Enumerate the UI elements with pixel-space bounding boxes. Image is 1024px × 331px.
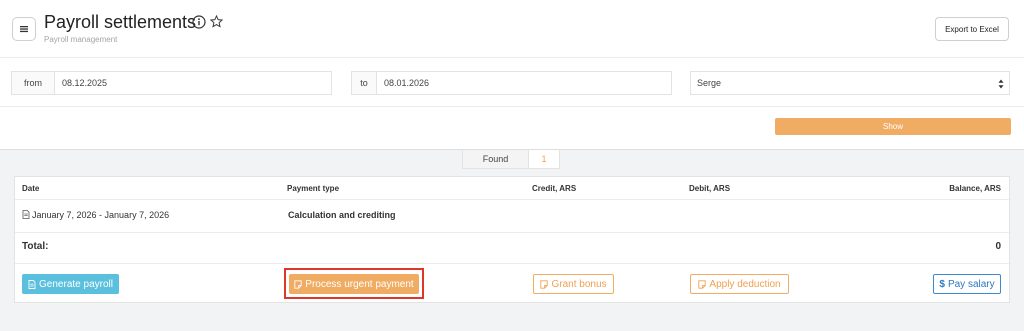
page-subtitle: Payroll management — [44, 35, 118, 44]
column-header-date: Date — [22, 184, 40, 193]
total-label: Total: — [22, 241, 49, 252]
table-row-date: January 7, 2026 - January 7, 2026 — [22, 210, 169, 220]
column-header-debit: Debit, ARS — [689, 184, 731, 193]
dollar-icon: $ — [939, 278, 945, 290]
from-label: from — [11, 71, 54, 95]
found-counter: Found 1 — [462, 150, 560, 169]
column-header-balance: Balance, ARS — [949, 184, 1001, 193]
row-divider — [15, 263, 1011, 264]
apply-deduction-label: Apply deduction — [709, 278, 781, 290]
document-icon — [28, 279, 36, 289]
settlements-table: Date Payment type Credit, ARS Debit, ARS… — [14, 176, 1011, 303]
select-arrows-icon — [998, 79, 1004, 89]
note-icon — [294, 279, 302, 289]
note-icon — [540, 279, 549, 289]
page-header: Payroll settlements Payroll management E… — [0, 0, 1024, 150]
column-header-payment-type: Payment type — [287, 184, 340, 193]
apply-deduction-button[interactable]: Apply deduction — [690, 274, 789, 294]
divider — [0, 57, 1024, 58]
generate-payroll-label: Generate payroll — [39, 278, 113, 290]
column-header-credit: Credit, ARS — [532, 184, 577, 193]
process-urgent-payment-button[interactable]: Process urgent payment — [289, 274, 419, 294]
employee-select[interactable]: Serge — [690, 71, 1010, 95]
info-icon[interactable] — [192, 15, 206, 29]
note-icon — [698, 279, 707, 289]
pay-salary-label: Pay salary — [947, 278, 995, 290]
found-count: 1 — [541, 154, 547, 164]
to-filter: to 08.01.2026 — [351, 71, 672, 95]
row-divider — [15, 232, 1011, 233]
date-range-text: January 7, 2026 - January 7, 2026 — [32, 210, 170, 220]
grant-bonus-button[interactable]: Grant bonus — [533, 274, 614, 294]
row-divider — [15, 199, 1011, 200]
star-icon[interactable] — [210, 15, 223, 28]
from-date-input[interactable]: 08.12.2025 — [54, 71, 332, 95]
page-title: Payroll settlements — [44, 12, 197, 32]
found-label: Found — [463, 150, 529, 168]
grant-bonus-label: Grant bonus — [551, 278, 607, 290]
to-label: to — [351, 71, 376, 95]
document-icon — [22, 210, 30, 219]
hamburger-icon — [20, 26, 28, 33]
employee-select-value: Serge — [697, 78, 722, 88]
pay-salary-button[interactable]: $ Pay salary — [933, 274, 1001, 294]
show-button[interactable]: Show — [775, 118, 1011, 135]
table-row-payment-type: Calculation and crediting — [288, 210, 396, 220]
generate-payroll-button[interactable]: Generate payroll — [22, 274, 119, 294]
process-urgent-payment-label: Process urgent payment — [305, 278, 414, 290]
to-date-input[interactable]: 08.01.2026 — [376, 71, 672, 95]
export-excel-button[interactable]: Export to Excel — [935, 17, 1009, 41]
divider — [0, 106, 1024, 107]
total-value: 0 — [995, 241, 1001, 252]
menu-button[interactable] — [12, 17, 36, 41]
from-filter: from 08.12.2025 — [11, 71, 332, 95]
